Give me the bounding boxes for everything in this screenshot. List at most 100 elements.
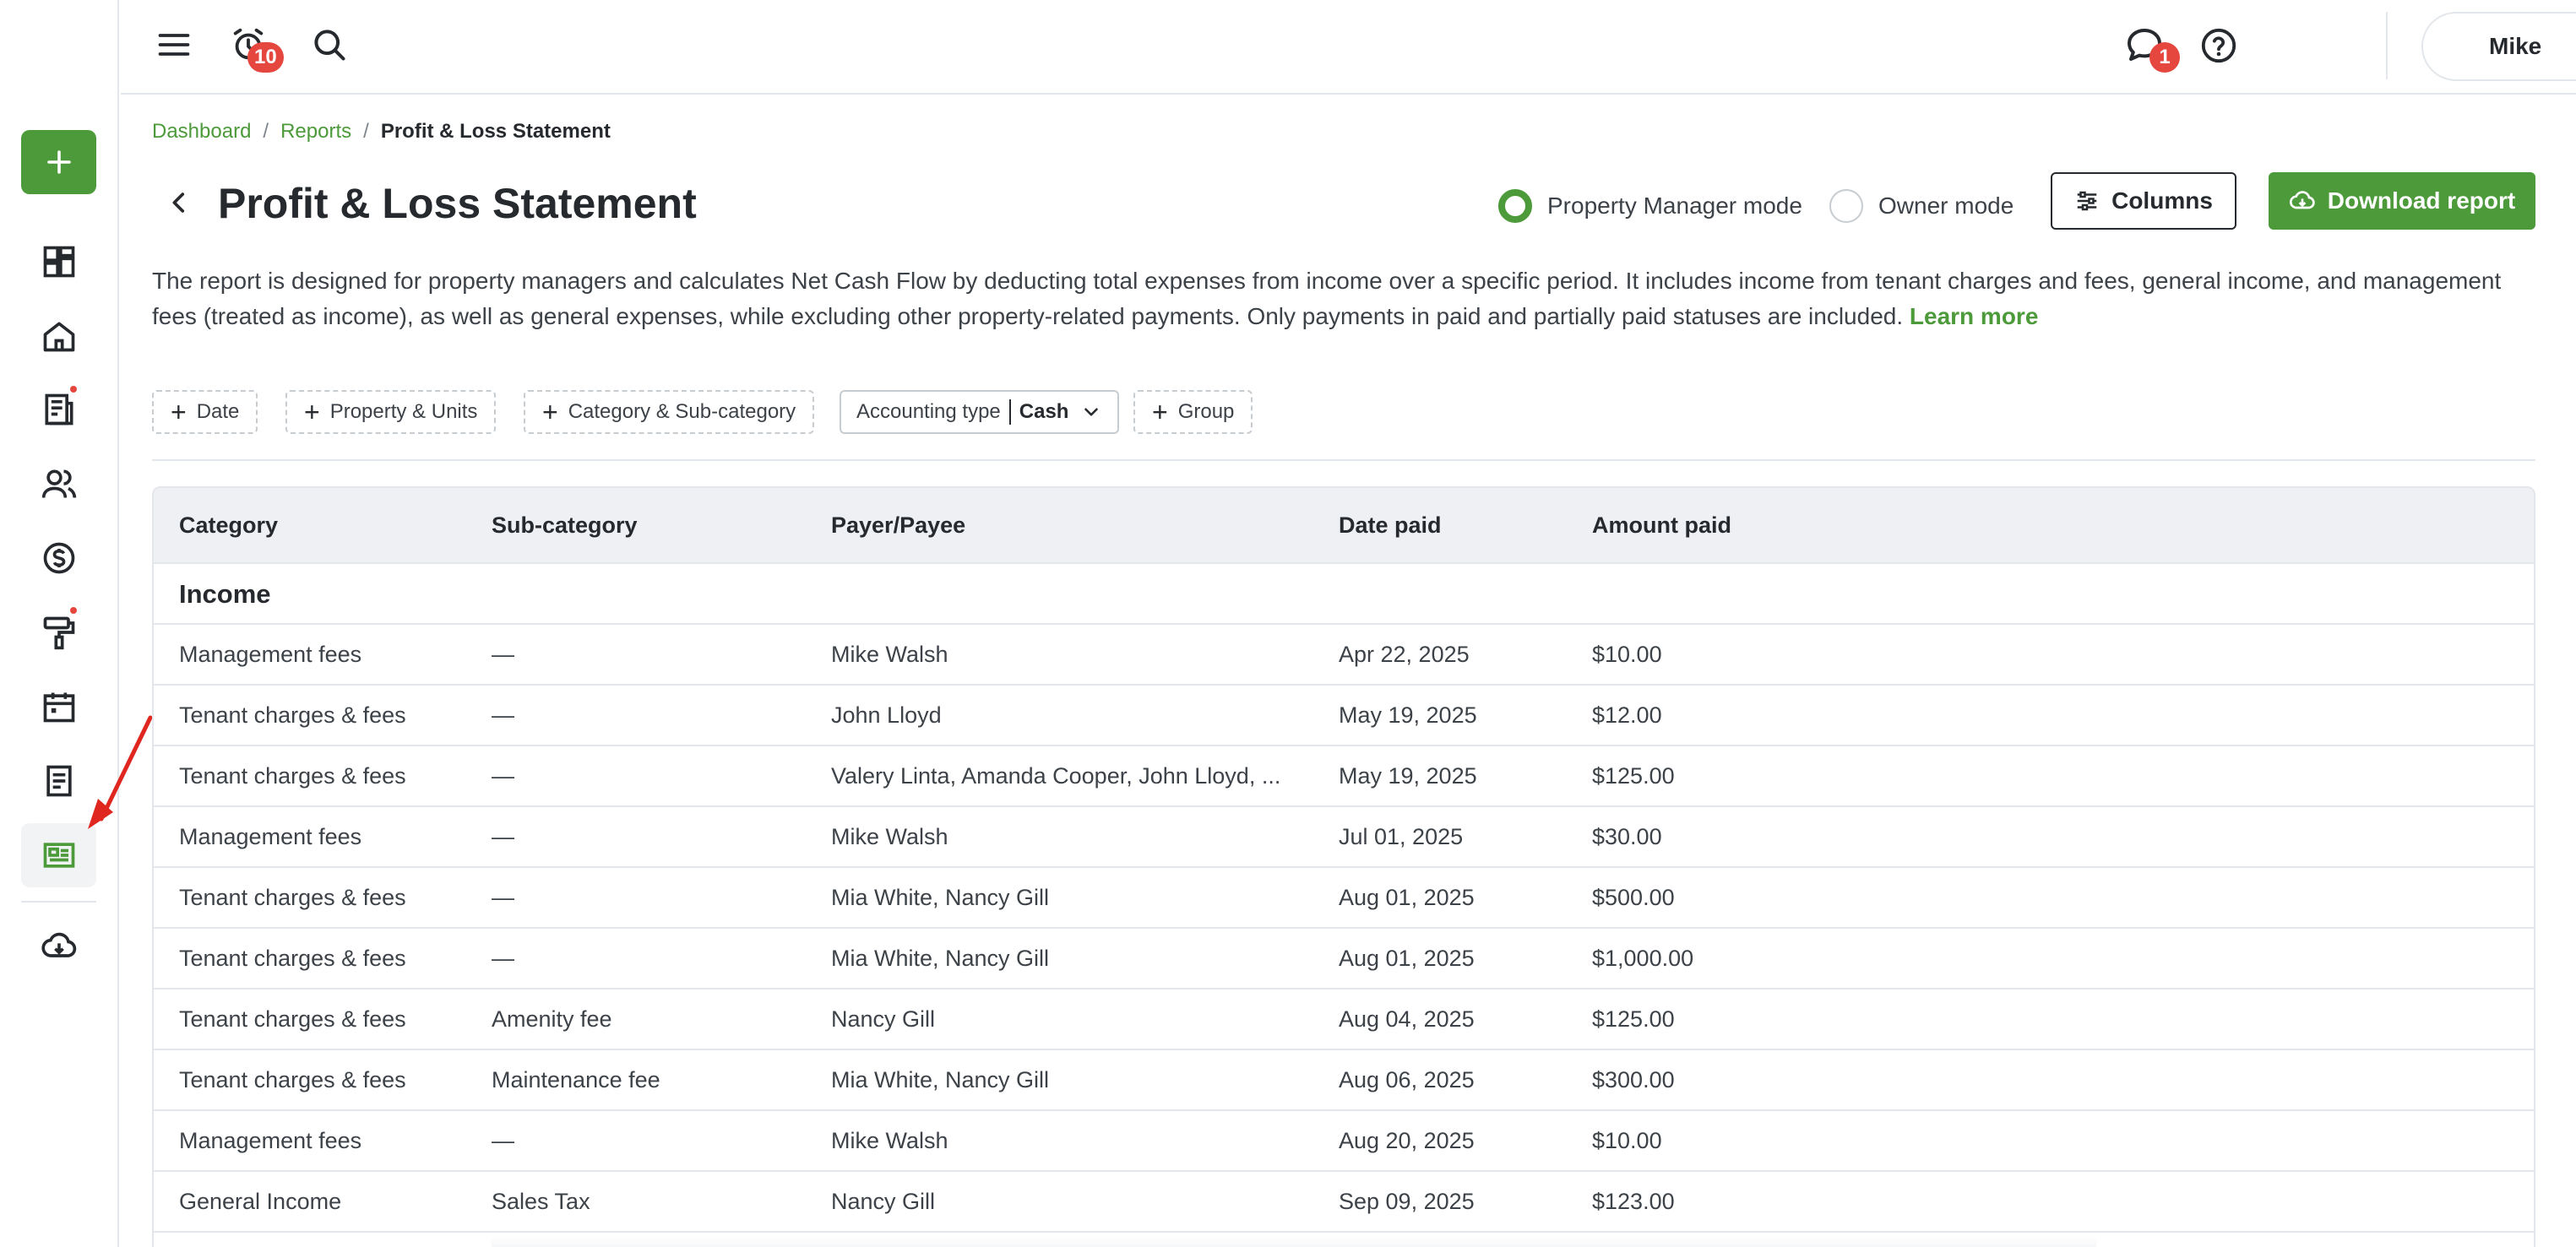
help-button[interactable]	[2197, 24, 2241, 68]
calendar-icon	[43, 692, 74, 723]
sidebar	[0, 0, 119, 1247]
cell-date: Aug 04, 2025	[1339, 1006, 1475, 1032]
document-icon	[46, 765, 72, 797]
property-units-filter[interactable]: + Property & Units	[285, 390, 497, 434]
notification-dot	[68, 384, 79, 394]
sidebar-item-maintenance[interactable]	[21, 600, 96, 664]
cell-date: Jul 01, 2025	[1339, 824, 1464, 849]
cell-category: Tenant charges & fees	[179, 946, 406, 971]
column-header-date-paid[interactable]: Date paid	[1339, 512, 1442, 539]
category-filter[interactable]: + Category & Sub-category	[524, 390, 815, 434]
report-table: Category Sub-category Payer/Payee Date p…	[152, 486, 2535, 1247]
select-divider	[1008, 399, 1011, 425]
cell-subcategory: —	[492, 885, 514, 910]
chevron-down-icon	[1084, 408, 1099, 416]
add-button[interactable]	[21, 130, 96, 194]
cell-category: Tenant charges & fees	[179, 1006, 406, 1032]
table-row[interactable]: Management fees — Mike Walsh Apr 22, 2025 $1…	[154, 625, 2534, 686]
plus-icon: +	[1152, 397, 1168, 427]
cell-subcategory: —	[492, 1128, 514, 1153]
table-row[interactable]: Tenant charges & fees — Mia White, Nancy G…	[154, 929, 2534, 989]
hamburger-icon	[158, 34, 190, 56]
cell-category: Management fees	[179, 642, 362, 667]
section-row-income: Income	[154, 564, 2534, 625]
cell-payer: Nancy Gill	[831, 1189, 936, 1214]
cloud-download-icon	[2289, 191, 2315, 209]
property-units-filter-label: Property & Units	[329, 400, 478, 423]
sidebar-item-properties[interactable]	[21, 304, 96, 368]
download-report-button[interactable]: Download report	[2269, 172, 2535, 230]
cell-category: Tenant charges & fees	[179, 885, 406, 910]
table-row[interactable]: Tenant charges & fees Amenity fee Nancy Gi…	[154, 989, 2534, 1050]
sidebar-item-downloads[interactable]	[21, 914, 96, 979]
cell-amount: $500.00	[1592, 885, 1675, 910]
columns-label: Columns	[2111, 187, 2213, 214]
cell-category: General Income	[179, 1189, 342, 1214]
cell-amount: $12.00	[1592, 702, 1662, 728]
table-header: Category Sub-category Payer/Payee Date p…	[154, 488, 2534, 564]
reports-icon	[43, 843, 74, 868]
table-row[interactable]: Tenant charges & fees Maintenance fee Mia …	[154, 1050, 2534, 1111]
table-row[interactable]: General Income Sales Tax Nancy Gill Sep 09,…	[154, 1172, 2534, 1233]
group-filter-label: Group	[1177, 400, 1235, 423]
date-filter[interactable]: + Date	[152, 390, 258, 434]
column-header-category[interactable]: Category	[179, 512, 278, 539]
cell-amount: $30.00	[1592, 824, 1662, 849]
description-text: The report is designed for property mana…	[152, 268, 2502, 329]
breadcrumb-dashboard[interactable]: Dashboard	[152, 120, 251, 144]
cell-subcategory: —	[492, 702, 514, 728]
news-icon	[45, 393, 73, 426]
group-filter[interactable]: + Group	[1133, 390, 1253, 434]
cell-date: Sep 09, 2025	[1339, 1189, 1475, 1214]
cell-amount: $10.00	[1592, 642, 1662, 667]
cell-payer: Mia White, Nancy Gill	[831, 885, 1050, 910]
column-header-amount-paid[interactable]: Amount paid	[1592, 512, 1731, 539]
accounting-type-select[interactable]: Accounting type Cash	[840, 390, 1120, 434]
cell-category: Management fees	[179, 824, 362, 849]
columns-button[interactable]: Columns	[2051, 172, 2236, 230]
search-button[interactable]	[308, 24, 351, 66]
column-header-subcategory[interactable]: Sub-category	[492, 512, 638, 539]
breadcrumb-separator: /	[363, 120, 369, 143]
breadcrumb-reports[interactable]: Reports	[280, 120, 351, 144]
user-name: Mike	[2489, 33, 2542, 59]
page-title: Profit & Loss Statement	[218, 180, 697, 227]
breadcrumb-separator: /	[263, 120, 269, 143]
sidebar-item-dashboard[interactable]	[21, 230, 96, 294]
plus-icon: +	[542, 397, 558, 427]
cell-subcategory: —	[492, 642, 514, 667]
sidebar-item-people[interactable]	[21, 452, 96, 516]
cell-amount: $125.00	[1592, 1006, 1675, 1032]
owner-mode-label: Owner mode	[1878, 192, 2014, 219]
dashboard-icon	[43, 246, 74, 278]
cloud-download-icon	[41, 932, 76, 957]
cell-date: May 19, 2025	[1339, 763, 1477, 789]
table-row[interactable]: Tenant charges & fees — John Lloyd May 19, …	[154, 686, 2534, 746]
cell-payer: John Lloyd	[831, 702, 942, 728]
cell-payer: Nancy Gill	[831, 1006, 936, 1032]
table-row[interactable]: Tenant charges & fees — Mia White, Nancy G…	[154, 868, 2534, 929]
cell-category: Management fees	[179, 1128, 362, 1153]
column-header-payer[interactable]: Payer/Payee	[831, 512, 965, 539]
cell-category: Tenant charges & fees	[179, 763, 406, 789]
sidebar-item-leases[interactable]	[21, 377, 96, 442]
property-manager-mode-radio[interactable]: Property Manager mode	[1498, 189, 1802, 223]
owner-mode-radio[interactable]: Owner mode	[1829, 189, 2014, 223]
date-filter-label: Date	[196, 400, 240, 423]
breadcrumb: Dashboard / Reports / Profit & Loss Stat…	[152, 120, 611, 144]
menu-button[interactable]	[153, 24, 195, 66]
cell-subcategory: —	[492, 824, 514, 849]
table-row[interactable]: Tenant charges & fees — Valery Linta, Aman…	[154, 746, 2534, 807]
learn-more-link[interactable]: Learn more	[1910, 303, 2039, 329]
cell-date: Apr 22, 2025	[1339, 642, 1470, 667]
red-arrow-annotation	[88, 715, 153, 829]
notification-dot	[68, 605, 79, 615]
table-row[interactable]: Management fees — Mike Walsh Jul 01, 2025 $3…	[154, 807, 2534, 868]
plus-icon	[46, 150, 71, 174]
message-badge: 1	[2149, 42, 2180, 73]
table-body: Management fees — Mike Walsh Apr 22, 2025 $1…	[154, 625, 2534, 1233]
user-menu[interactable]: Mike	[2421, 12, 2576, 81]
back-button[interactable]	[160, 184, 198, 221]
sidebar-item-accounting[interactable]	[21, 526, 96, 590]
table-row[interactable]: Management fees — Mike Walsh Aug 20, 2025 $1…	[154, 1111, 2534, 1172]
